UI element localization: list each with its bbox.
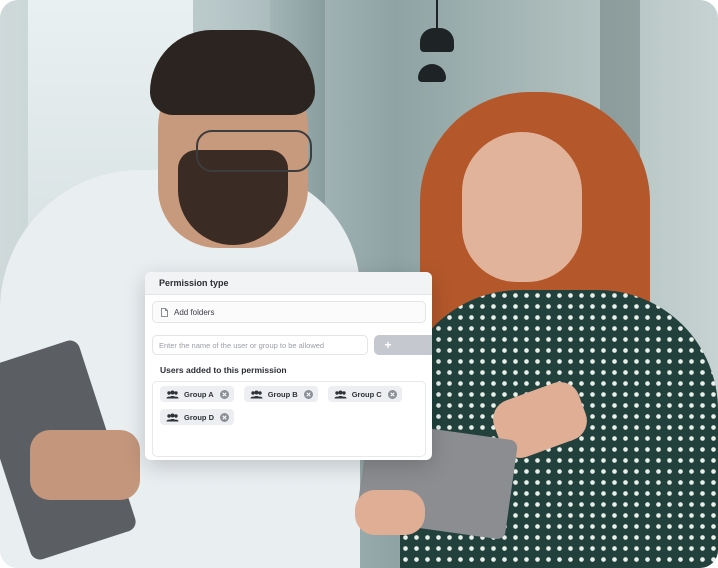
group-icon: [166, 413, 179, 421]
permission-type-value: Add folders: [174, 307, 215, 317]
group-tag[interactable]: Group A: [160, 386, 234, 402]
man-hair: [150, 30, 315, 115]
group-tag-label: Group A: [184, 389, 214, 399]
permission-card: Permission type Add folders + Users adde…: [145, 272, 432, 460]
add-button-label: +: [384, 338, 392, 352]
group-icon: [250, 390, 263, 398]
add-user-button[interactable]: +: [374, 335, 432, 355]
permission-type-select[interactable]: Add folders: [152, 301, 426, 323]
user-search-row: +: [152, 335, 432, 355]
hero-photo: Permission type Add folders + Users adde…: [0, 0, 718, 568]
group-icon: [166, 390, 179, 398]
tags-row: Group D: [160, 409, 425, 425]
tags-row: Group A Group B Group C: [160, 386, 425, 402]
man-hand: [30, 430, 140, 500]
group-tag[interactable]: Group C: [327, 386, 402, 402]
group-tag-label: Group B: [267, 389, 298, 399]
close-icon[interactable]: [387, 389, 397, 399]
card-header: Permission type: [145, 272, 432, 295]
ceiling-lamp: [418, 64, 446, 82]
group-tag-label: Group D: [184, 412, 214, 422]
group-tag[interactable]: Group D: [160, 409, 234, 425]
close-icon[interactable]: [303, 389, 313, 399]
users-section-title: Users added to this permission: [160, 365, 287, 375]
man-glasses: [196, 130, 312, 172]
close-icon[interactable]: [219, 389, 229, 399]
woman-face: [462, 132, 582, 282]
group-tag-label: Group C: [351, 389, 382, 399]
close-icon[interactable]: [220, 412, 229, 422]
group-icon: [334, 390, 347, 398]
group-tag[interactable]: Group B: [243, 386, 318, 402]
added-users-list: Group A Group B Group C Group D: [152, 381, 426, 457]
woman-hand: [355, 490, 425, 535]
user-search-input[interactable]: [152, 335, 369, 355]
lamp-cord: [436, 0, 438, 30]
file-icon: [161, 307, 168, 317]
ceiling-lamp: [420, 28, 454, 52]
permission-type-title: Permission type: [159, 278, 229, 288]
